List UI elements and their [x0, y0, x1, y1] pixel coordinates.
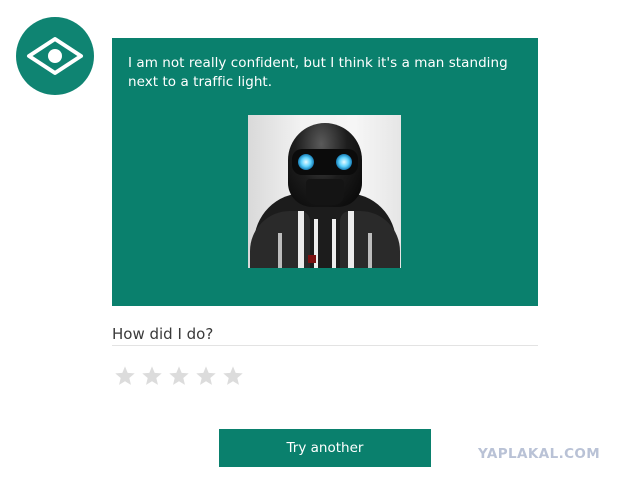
star-4-icon[interactable]	[195, 365, 217, 387]
bot-avatar	[16, 17, 94, 95]
watermark: YAPLAKAL.COM	[478, 446, 601, 462]
feedback-divider	[112, 345, 538, 346]
try-another-button[interactable]: Try another	[219, 429, 431, 467]
rating-stars	[114, 365, 244, 387]
star-5-icon[interactable]	[222, 365, 244, 387]
caption-bubble: I am not really confident, but I think i…	[112, 38, 538, 306]
star-3-icon[interactable]	[168, 365, 190, 387]
analyzed-photo	[248, 115, 401, 268]
eye-icon	[27, 37, 83, 75]
feedback-question: How did I do?	[112, 325, 214, 343]
caption-text: I am not really confident, but I think i…	[128, 55, 508, 90]
star-1-icon[interactable]	[114, 365, 136, 387]
captionbot-page: I am not really confident, but I think i…	[0, 0, 640, 484]
star-2-icon[interactable]	[141, 365, 163, 387]
